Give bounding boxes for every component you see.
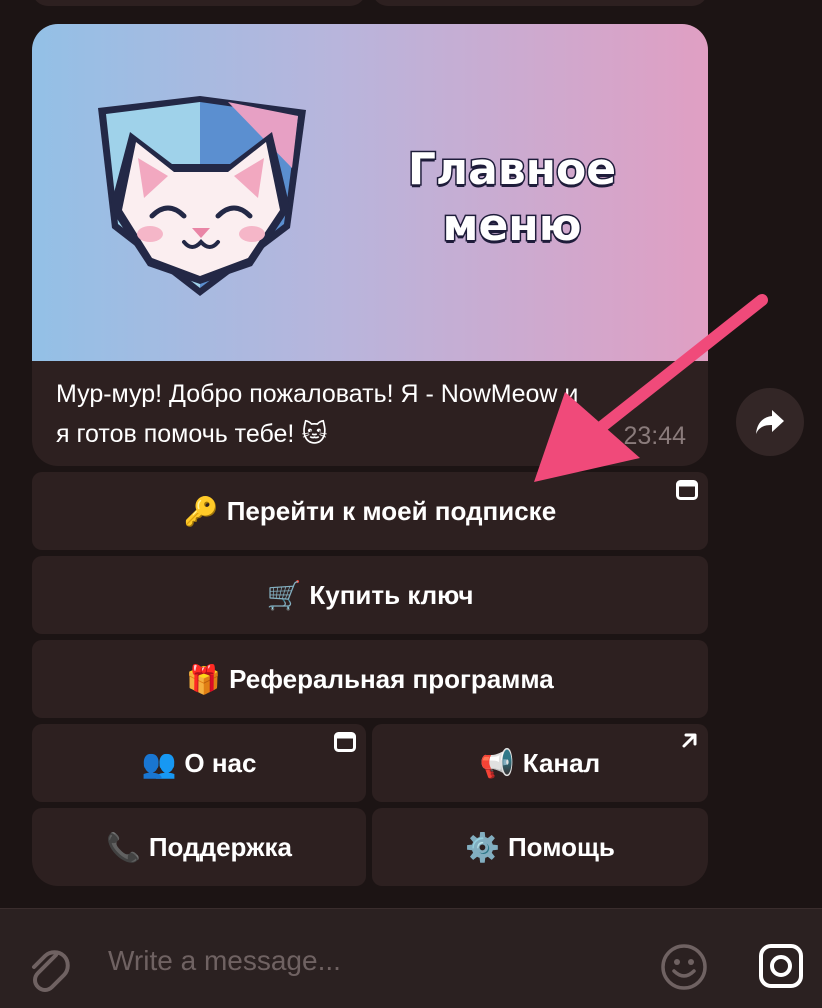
subscription-button-label: Перейти к моей подписке — [226, 495, 557, 526]
paperclip-icon[interactable] — [26, 941, 70, 993]
external-link-icon — [682, 733, 697, 748]
bot-message-bubble: Главное меню Мур-мур! Добро пожаловать! … — [32, 24, 708, 466]
gear-icon: ⚙️ — [465, 830, 500, 864]
people-icon: 👥 — [141, 746, 177, 780]
channel-button-label: Канал — [522, 747, 601, 778]
support-button[interactable]: 📞 Поддержка — [32, 808, 366, 886]
message-composer: Write a message... — [0, 908, 822, 1008]
support-button-label: Поддержка — [148, 831, 292, 862]
previous-message-stub — [372, 0, 708, 6]
help-button[interactable]: ⚙️ Помощь — [372, 808, 708, 886]
webapp-icon — [676, 480, 698, 500]
buy-key-button-label: Купить ключ — [309, 579, 474, 610]
banner-image: Главное меню — [32, 24, 708, 361]
phone-icon: 📞 — [105, 830, 141, 864]
about-button-label: О нас — [184, 747, 257, 778]
referral-button-label: Реферальная программа — [229, 663, 554, 694]
megaphone-icon: 📢 — [479, 746, 515, 780]
share-icon — [756, 410, 784, 434]
help-button-label: Помощь — [507, 831, 615, 862]
referral-button[interactable]: 🎁 Реферальная программа — [32, 640, 708, 718]
buy-key-button[interactable]: 🛒 Купить ключ — [32, 556, 708, 634]
key-icon: 🔑 — [183, 494, 219, 528]
share-button[interactable] — [736, 388, 804, 456]
message-input[interactable]: Write a message... — [108, 945, 341, 977]
channel-button[interactable]: 📢 Канал — [372, 724, 708, 802]
message-time: 23:44 — [623, 422, 686, 450]
banner-title: Главное меню — [406, 143, 617, 253]
emoji-icon[interactable] — [660, 943, 708, 991]
message-text: Мур-мур! Добро пожаловать! Я - NowMeow и… — [56, 380, 579, 448]
cart-icon: 🛒 — [266, 578, 302, 612]
webapp-icon — [334, 732, 356, 752]
cat-logo-icon — [98, 96, 306, 296]
gift-icon: 🎁 — [186, 662, 222, 696]
previous-message-stub — [32, 0, 366, 6]
subscription-button[interactable]: 🔑 Перейти к моей подписке — [32, 472, 708, 550]
about-button[interactable]: 👥 О нас — [32, 724, 366, 802]
instagram-icon[interactable] — [758, 943, 804, 989]
